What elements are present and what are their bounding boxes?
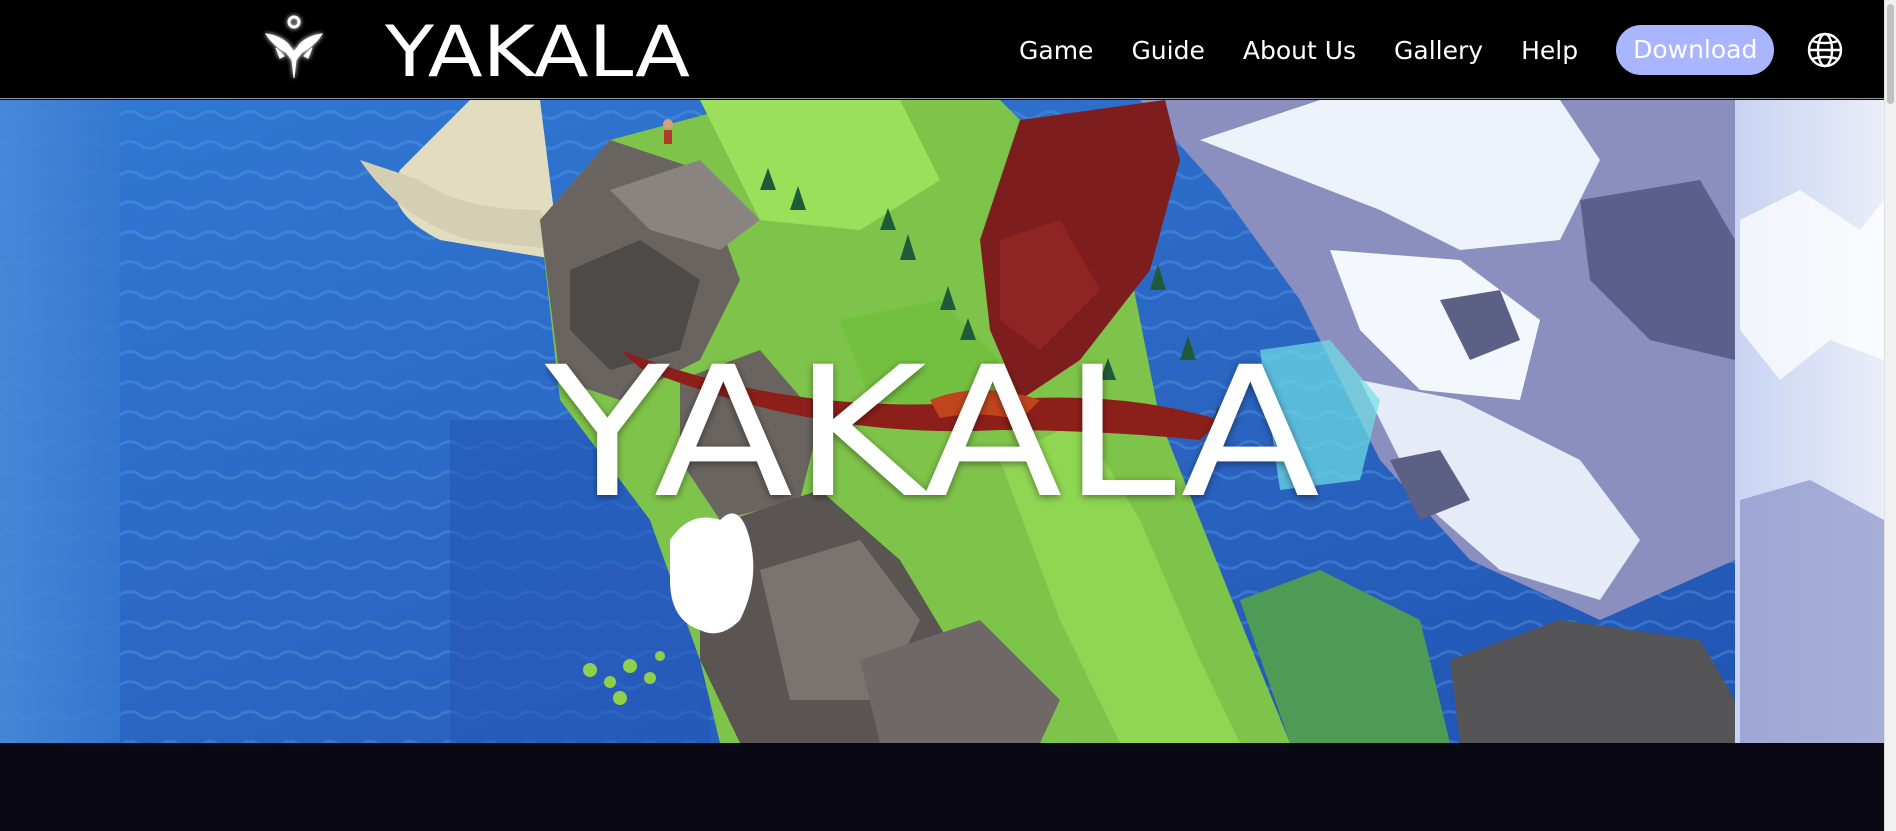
yakala-emblem-icon[interactable]	[262, 12, 326, 84]
yakala-wordmark-logo[interactable]: YAKALA	[385, 16, 690, 82]
svg-text:YAKALA: YAKALA	[545, 340, 1320, 510]
hero-banner: YAKALA	[0, 100, 1884, 743]
main-nav: Game Guide About Us Gallery Help Downloa…	[1000, 22, 1844, 78]
scrollbar-thumb[interactable]	[1887, 4, 1894, 104]
nav-link-gallery[interactable]: Gallery	[1375, 36, 1502, 65]
download-button[interactable]: Download	[1616, 25, 1775, 75]
hero-title-logo: YAKALA	[545, 340, 1320, 510]
page-scrollbar[interactable]	[1884, 0, 1896, 831]
nav-link-help[interactable]: Help	[1502, 36, 1597, 65]
svg-text:YAKALA: YAKALA	[385, 16, 690, 82]
nav-link-game[interactable]: Game	[1000, 36, 1112, 65]
nav-link-guide[interactable]: Guide	[1112, 36, 1223, 65]
top-navbar: YAKALA Game Guide About Us Gallery Help …	[0, 0, 1884, 99]
content-section	[0, 743, 1884, 831]
nav-link-about-us[interactable]: About Us	[1224, 36, 1375, 65]
page: YAKALA Game Guide About Us Gallery Help …	[0, 0, 1896, 831]
tiny-character	[663, 119, 673, 144]
globe-icon[interactable]	[1806, 31, 1844, 69]
